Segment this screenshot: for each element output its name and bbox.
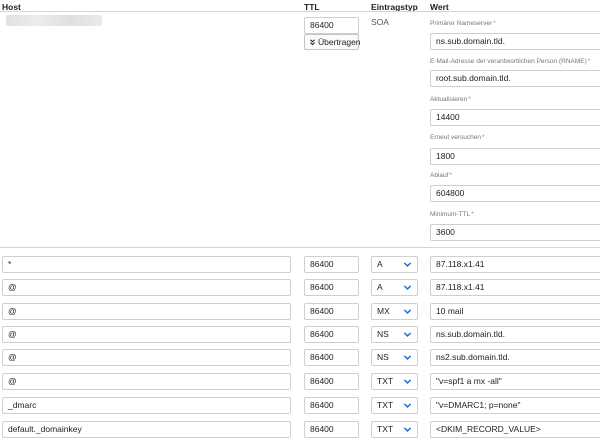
record-ttl-input[interactable]: 86400	[304, 326, 359, 343]
chevron-down-icon	[403, 355, 412, 360]
header-divider	[0, 11, 600, 12]
chevron-down-icon	[403, 309, 412, 314]
retry-input[interactable]: 1800	[430, 148, 600, 165]
record-value-input[interactable]: ns2.sub.domain.tld.	[430, 349, 600, 366]
required-marker: *	[481, 134, 485, 141]
transfer-button-label: Übertragen	[318, 37, 361, 47]
record-type-select[interactable]: TXT	[371, 397, 418, 414]
required-marker: *	[471, 211, 474, 218]
chevron-down-icon	[403, 403, 412, 408]
soa-field-label: Ablauf*	[430, 172, 452, 179]
record-type-select[interactable]: MX	[371, 303, 418, 320]
double-chevron-down-icon	[310, 39, 315, 46]
record-type-value: TXT	[377, 376, 394, 386]
record-type-select[interactable]: NS	[371, 349, 418, 366]
record-type-value: MX	[377, 306, 390, 316]
record-ttl-input[interactable]: 86400	[304, 256, 359, 273]
required-marker: *	[587, 58, 591, 65]
soa-field-label: Aktualisieren*	[430, 96, 471, 103]
record-value-input[interactable]: "v=spf1 a mx -all"	[430, 373, 600, 390]
chevron-down-icon	[403, 262, 412, 267]
transfer-button[interactable]: Übertragen	[304, 34, 361, 50]
rname-email-input[interactable]: root.sub.domain.tld.	[430, 70, 600, 87]
soa-field-label: Erneut versuchen*	[430, 134, 485, 141]
record-type-value: TXT	[377, 424, 394, 434]
minimum-ttl-input[interactable]: 3600	[430, 224, 600, 241]
required-marker: *	[493, 20, 496, 27]
record-host-input[interactable]: @	[2, 349, 291, 366]
record-type-value: A	[377, 282, 383, 292]
record-value-input[interactable]: "v=DMARC1; p=none"	[430, 397, 600, 414]
record-type-value: A	[377, 259, 383, 269]
record-type-select[interactable]: A	[371, 256, 418, 273]
record-host-input[interactable]: default._domainkey	[2, 421, 291, 438]
soa-ttl-input[interactable]: 86400	[304, 17, 359, 34]
record-ttl-input[interactable]: 86400	[304, 397, 359, 414]
record-value-input[interactable]: 87.118.x1.41	[430, 256, 600, 273]
record-host-input[interactable]: _dmarc	[2, 397, 291, 414]
record-type-select[interactable]: A	[371, 279, 418, 296]
soa-type-label: SOA	[371, 17, 389, 27]
record-type-select[interactable]: NS	[371, 326, 418, 343]
record-type-value: NS	[377, 352, 389, 362]
expire-input[interactable]: 604800	[430, 185, 600, 202]
soa-field-label: Primärer Nameserver*	[430, 20, 496, 27]
record-type-select[interactable]: TXT	[371, 373, 418, 390]
record-host-input[interactable]: @	[2, 326, 291, 343]
record-ttl-input[interactable]: 86400	[304, 349, 359, 366]
record-ttl-input[interactable]: 86400	[304, 373, 359, 390]
record-type-value: TXT	[377, 400, 394, 410]
record-value-input[interactable]: 87.118.x1.41	[430, 279, 600, 296]
record-host-input[interactable]: *	[2, 256, 291, 273]
required-marker: *	[468, 96, 471, 103]
primary-nameserver-input[interactable]: ns.sub.domain.tld.	[430, 33, 600, 50]
soa-divider	[0, 247, 600, 248]
chevron-down-icon	[403, 379, 412, 384]
record-ttl-input[interactable]: 86400	[304, 279, 359, 296]
record-type-value: NS	[377, 329, 389, 339]
chevron-down-icon	[403, 427, 412, 432]
soa-field-label: Minimum-TTL*	[430, 211, 474, 218]
refresh-input[interactable]: 14400	[430, 109, 600, 126]
record-value-input[interactable]: <DKIM_RECORD_VALUE>	[430, 421, 600, 438]
record-ttl-input[interactable]: 86400	[304, 303, 359, 320]
record-type-select[interactable]: TXT	[371, 421, 418, 438]
required-marker: *	[449, 172, 452, 179]
record-value-input[interactable]: ns.sub.domain.tld.	[430, 326, 600, 343]
soa-host-redacted	[6, 15, 102, 26]
record-host-input[interactable]: @	[2, 303, 291, 320]
record-value-input[interactable]: 10 mail	[430, 303, 600, 320]
chevron-down-icon	[403, 332, 412, 337]
record-host-input[interactable]: @	[2, 279, 291, 296]
record-host-input[interactable]: @	[2, 373, 291, 390]
record-ttl-input[interactable]: 86400	[304, 421, 359, 438]
chevron-down-icon	[403, 285, 412, 290]
soa-field-label: E-Mail-Adresse der verantwortlichen Pers…	[430, 58, 591, 65]
